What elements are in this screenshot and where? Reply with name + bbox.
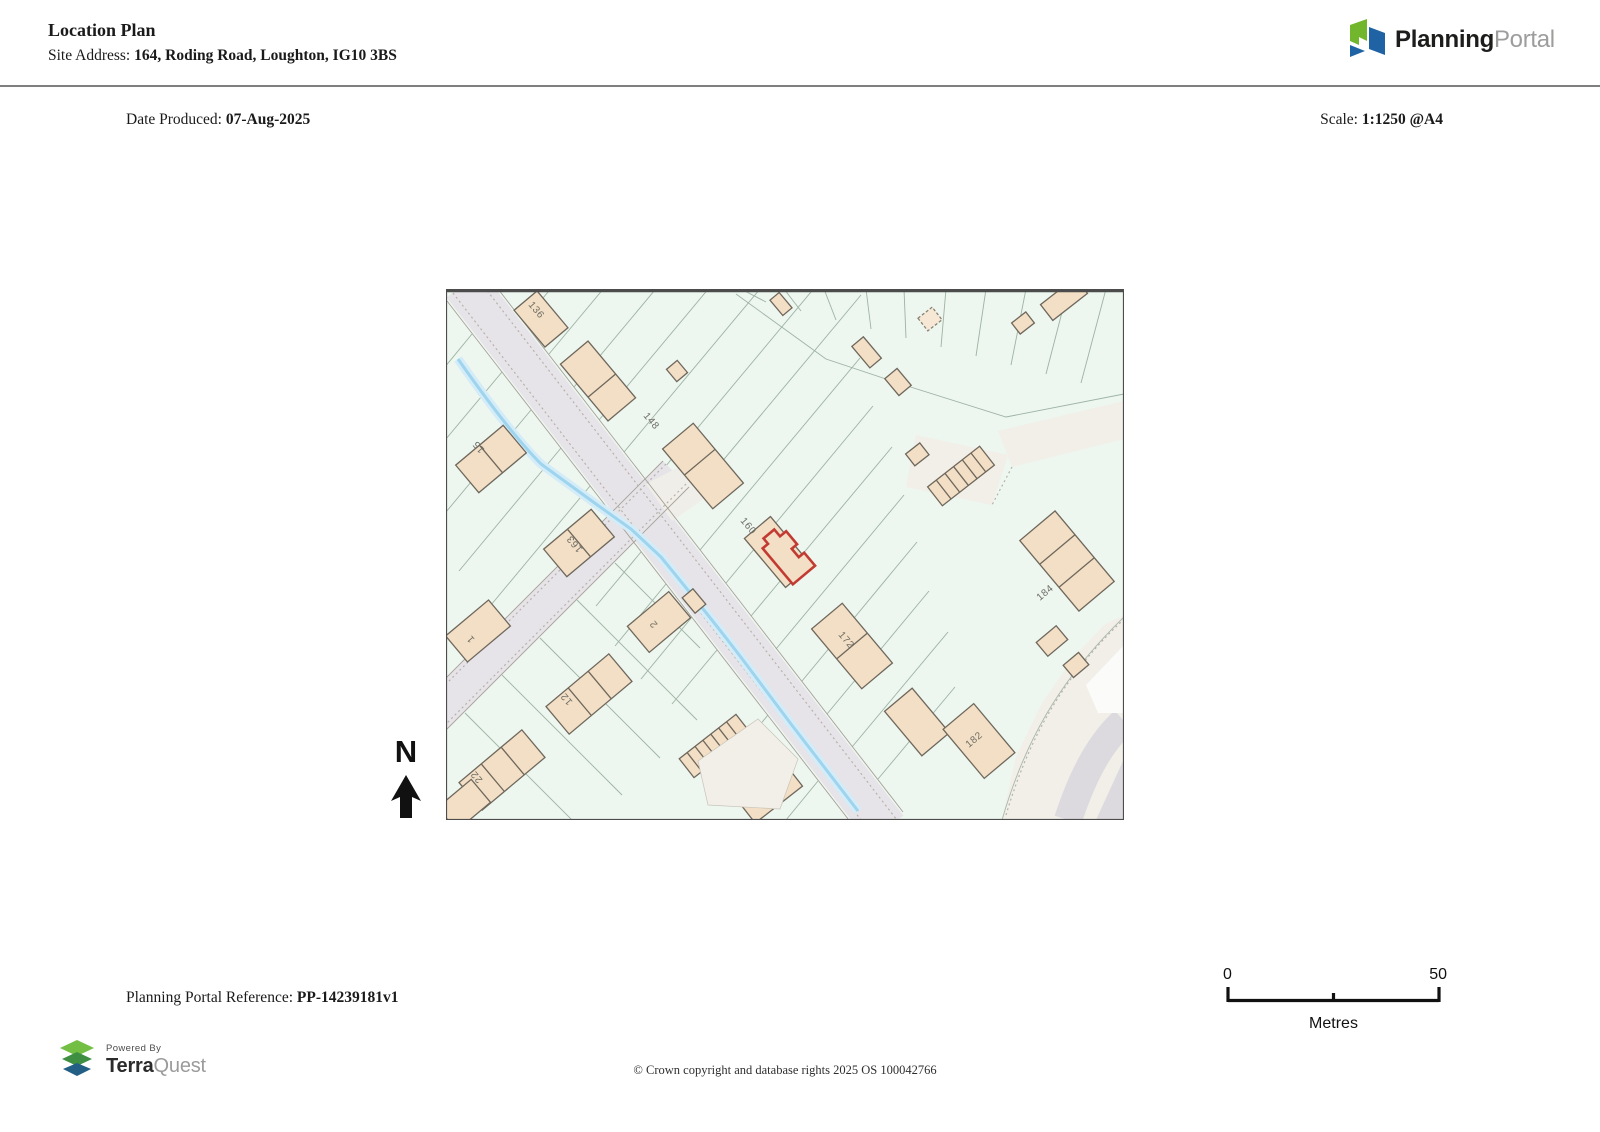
- north-arrow-icon: [391, 775, 421, 818]
- planning-portal-logo-text: PlanningPortal: [1395, 26, 1555, 54]
- scale-bar-unit: Metres: [1309, 1015, 1358, 1032]
- logo-word-portal: Portal: [1493, 26, 1555, 53]
- powered-by-label: Powered By: [106, 1042, 162, 1054]
- planning-portal-reference: Planning Portal Reference: PP-14239181v1: [126, 989, 399, 1007]
- reference-value: PP-14239181v1: [296, 989, 399, 1006]
- scale-bar-end: 50: [1429, 966, 1447, 983]
- reference-label: Planning Portal Reference:: [126, 989, 294, 1006]
- terraquest-logo-text: Powered By TerraQuest: [106, 1044, 206, 1077]
- logo-word-quest: Quest: [153, 1055, 207, 1078]
- north-arrow: N: [384, 736, 428, 824]
- scale-bar: 0 50 Metres: [1223, 966, 1447, 1033]
- terraquest-logo-icon: [60, 1040, 94, 1076]
- logo-word-planning: Planning: [1395, 26, 1494, 53]
- location-plan-map: 136 148 160 172 184 182 15 163 1 2 12 22: [446, 289, 1124, 820]
- scale-label: Scale:: [1320, 111, 1358, 128]
- planning-portal-logo: PlanningPortal: [1341, 16, 1555, 64]
- date-produced-value: 07-Aug-2025: [225, 111, 311, 128]
- terraquest-logo: Powered By TerraQuest: [56, 1040, 206, 1080]
- site-address-label: Site Address:: [48, 47, 131, 64]
- date-produced-label: Date Produced:: [126, 111, 222, 128]
- north-label: N: [394, 734, 418, 769]
- date-produced: Date Produced: 07-Aug-2025: [126, 111, 310, 129]
- crown-copyright: © Crown copyright and database rights 20…: [633, 1063, 937, 1077]
- site-address: Site Address: 164, Roding Road, Loughton…: [48, 47, 397, 65]
- map-canvas: 136 148 160 172 184 182 15 163 1 2 12 22: [446, 289, 1124, 820]
- planning-portal-logo-icon: [1350, 19, 1385, 57]
- logo-word-terra: Terra: [106, 1055, 154, 1078]
- page-title: Location Plan: [48, 20, 156, 40]
- site-address-value: 164, Roding Road, Loughton, IG10 3BS: [134, 47, 397, 64]
- scale-bar-ruler: [1226, 987, 1441, 1003]
- scale-value: 1:1250 @A4: [1361, 111, 1443, 128]
- header-divider: [0, 85, 1600, 87]
- location-plan-page: Location Plan Site Address: 164, Roding …: [0, 0, 1600, 1132]
- scale-info: Scale: 1:1250 @A4: [1320, 111, 1443, 129]
- scale-bar-start: 0: [1223, 966, 1232, 983]
